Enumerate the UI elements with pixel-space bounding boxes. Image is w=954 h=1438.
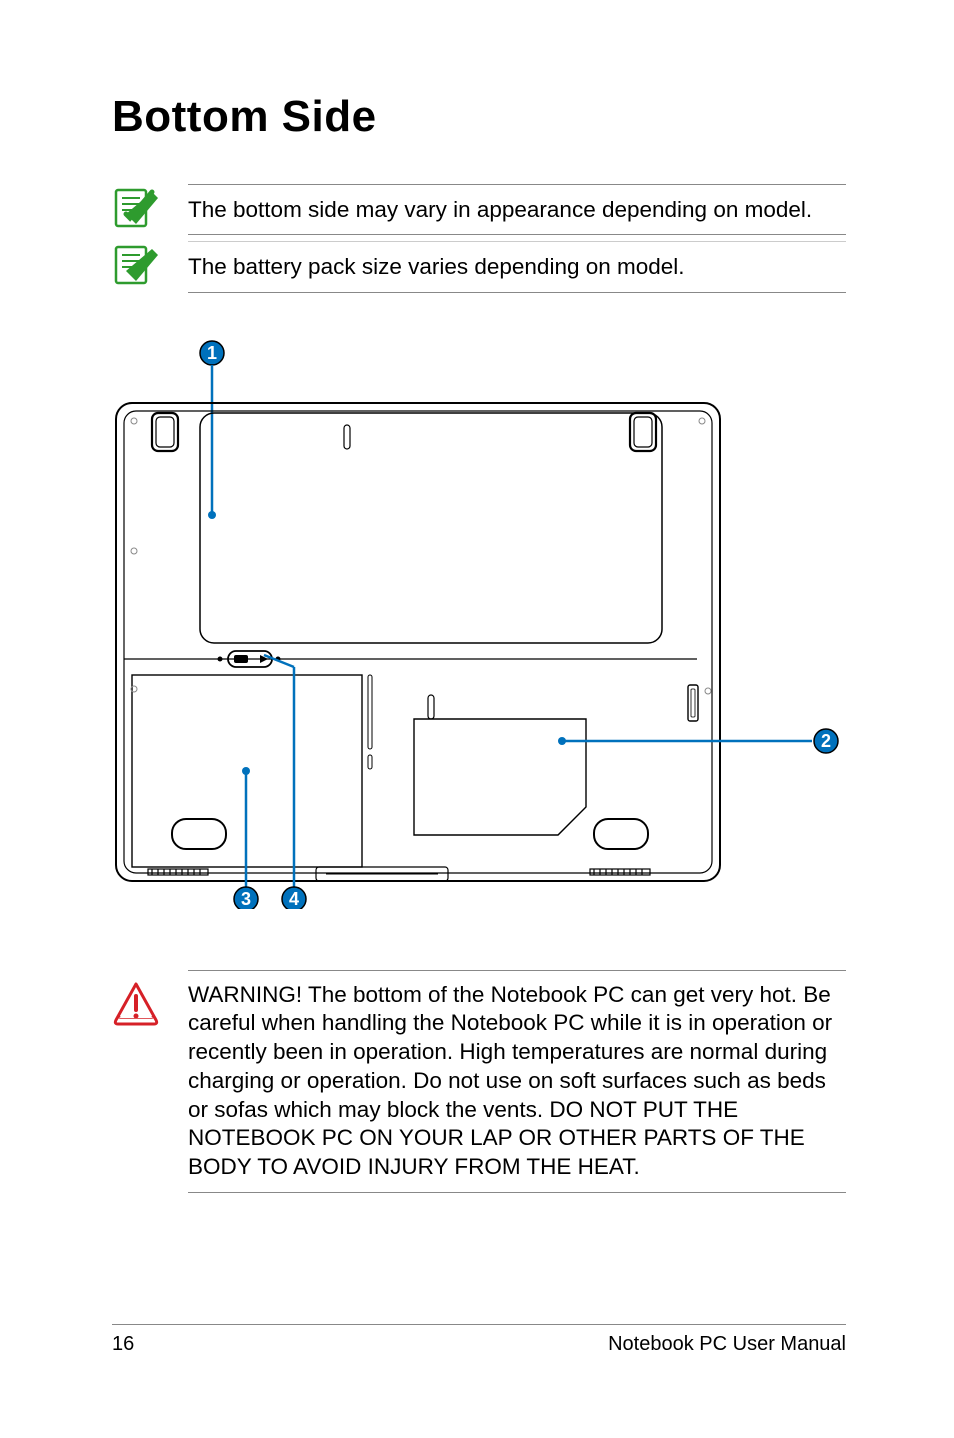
callout-4: 4: [289, 889, 299, 909]
footer: 16 Notebook PC User Manual: [112, 1324, 846, 1356]
note-icon: [112, 184, 160, 232]
note-text-wrap: The bottom side may vary in appearance d…: [188, 184, 846, 235]
warning-icon: [112, 980, 160, 1028]
footer-title: Notebook PC User Manual: [608, 1333, 846, 1356]
note-text: The battery pack size varies depending o…: [188, 252, 846, 281]
note-row: The bottom side may vary in appearance d…: [112, 184, 846, 235]
note-row: The battery pack size varies depending o…: [112, 241, 846, 292]
callout-3: 3: [241, 889, 251, 909]
page: Bottom Side The bottom side may vary in …: [0, 0, 954, 1438]
page-title: Bottom Side: [112, 92, 846, 142]
callout-1: 1: [207, 343, 217, 363]
diagram: 1: [112, 339, 846, 914]
note-text: The bottom side may vary in appearance d…: [188, 195, 846, 224]
callout-2: 2: [821, 731, 831, 751]
note-icon: [112, 241, 160, 289]
note-text-wrap: The battery pack size varies depending o…: [188, 241, 846, 292]
warning-row: WARNING! The bottom of the Notebook PC c…: [112, 970, 846, 1194]
warning-text-wrap: WARNING! The bottom of the Notebook PC c…: [188, 970, 846, 1194]
warning-text: WARNING! The bottom of the Notebook PC c…: [188, 981, 846, 1183]
page-number: 16: [112, 1333, 134, 1356]
